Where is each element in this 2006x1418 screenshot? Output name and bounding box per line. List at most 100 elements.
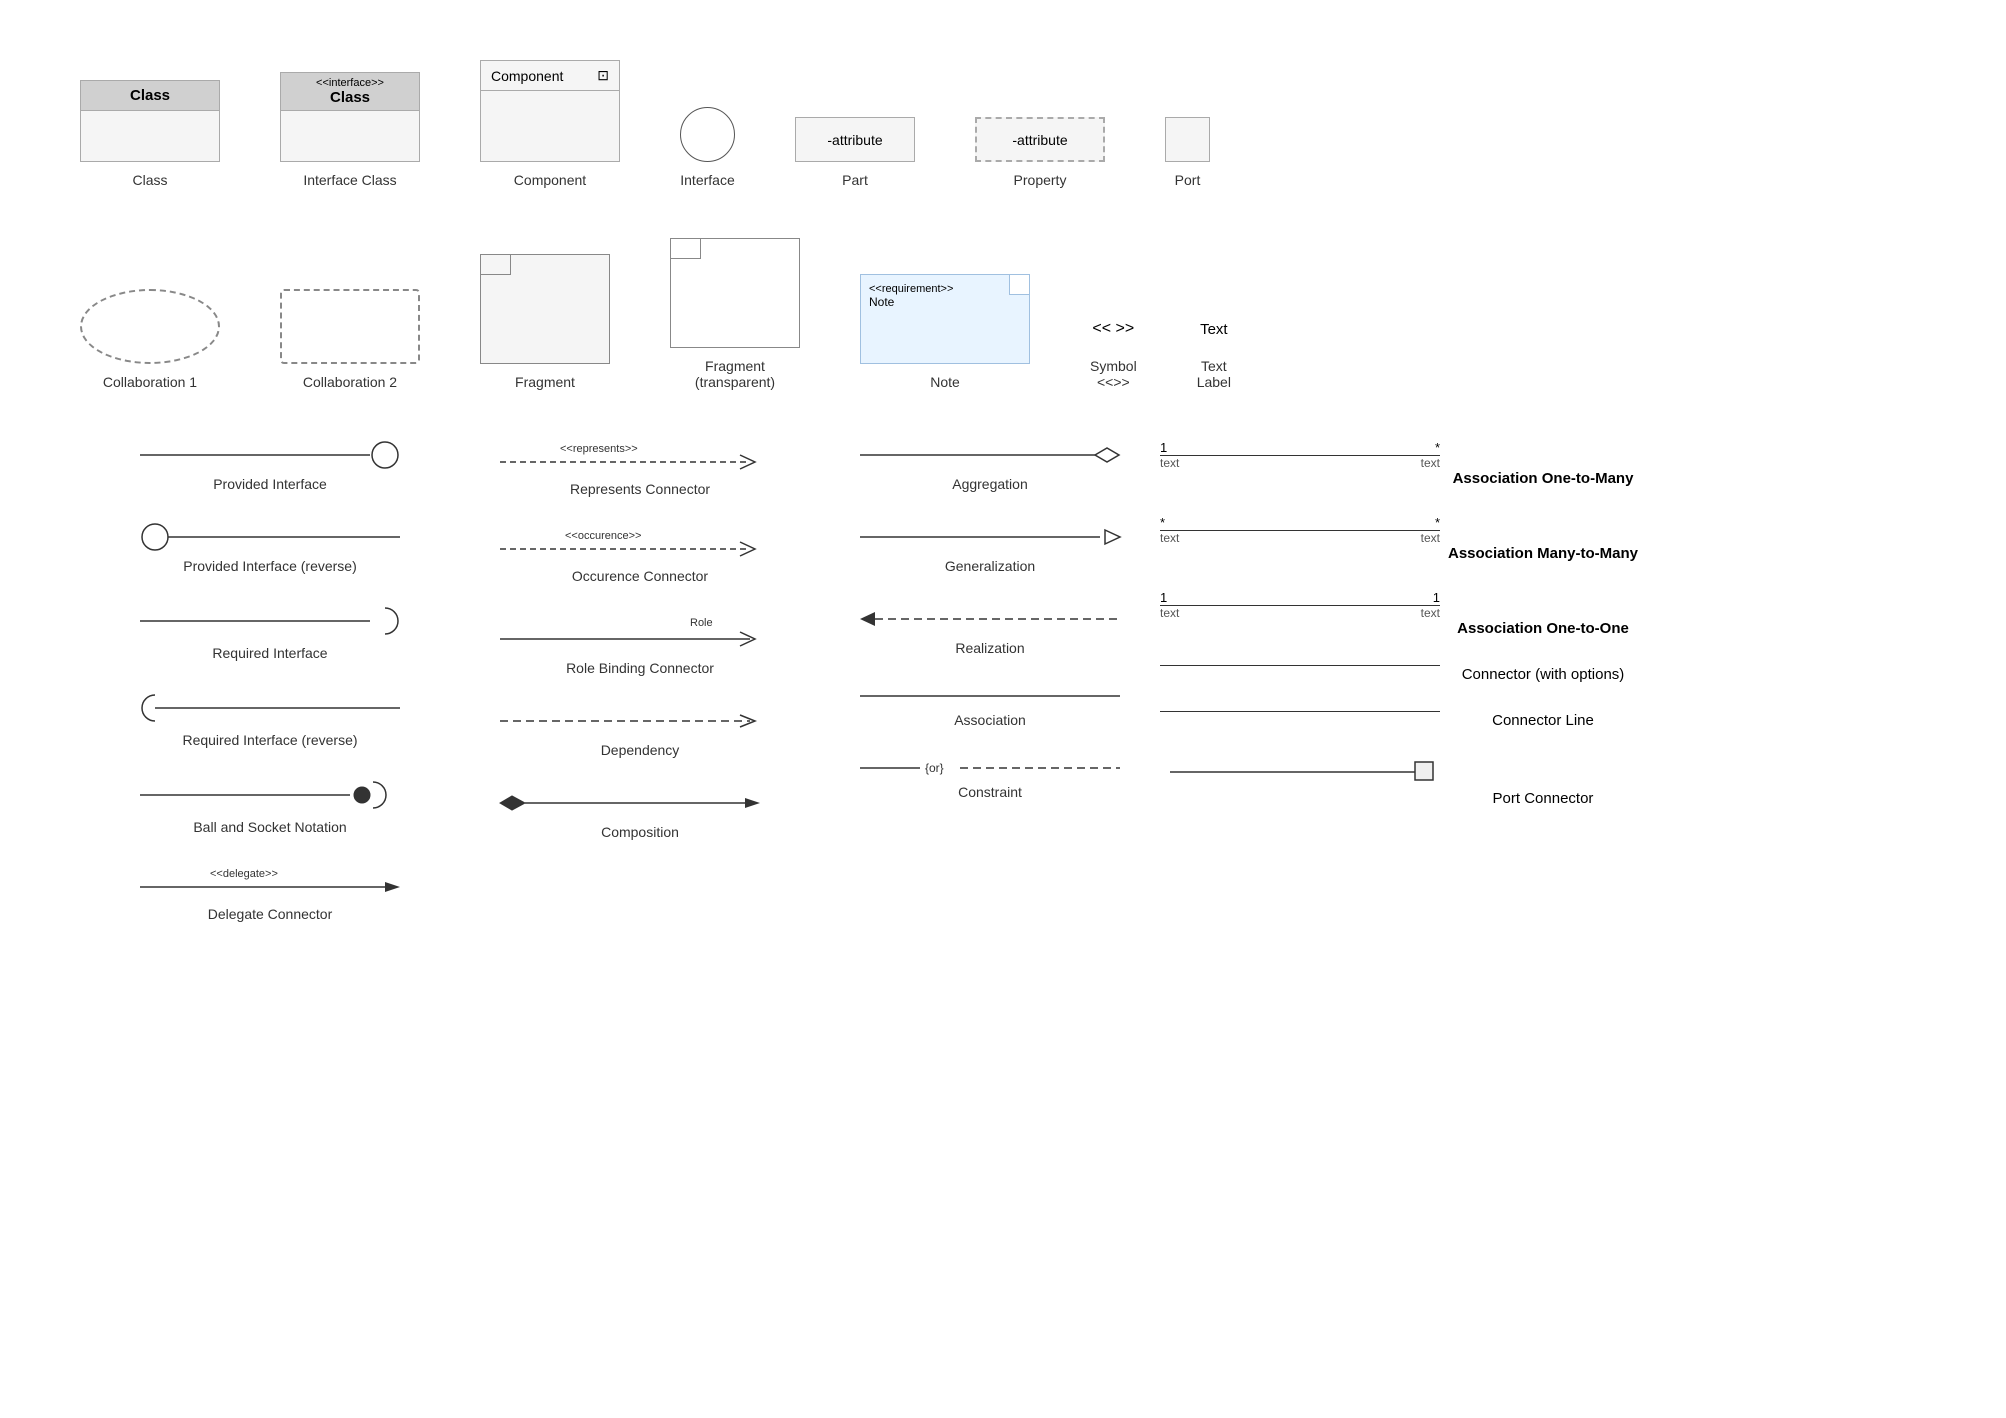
provided-iface-rev-svg <box>130 522 410 552</box>
dependency-label: Dependency <box>601 742 680 758</box>
symbol-interface-class: <<interface>> Class Interface Class <box>280 72 420 188</box>
assoc-one-many-right-mult: * <box>1435 440 1440 455</box>
row3-connectors: Provided Interface Provided Interface (r… <box>80 440 1926 922</box>
aggregation-label: Aggregation <box>952 476 1028 492</box>
col-left: Provided Interface Provided Interface (r… <box>80 440 460 922</box>
iface-class-label: Interface Class <box>303 172 396 188</box>
symbol-property: -attribute Property <box>975 117 1105 188</box>
realization-svg <box>850 604 1130 634</box>
assoc-many-many-right-mult: * <box>1435 515 1440 530</box>
collab2-label: Collaboration 2 <box>303 374 397 390</box>
connector-options-item: Connector (with options) <box>1160 665 1926 683</box>
role-binding-item: Role Role Binding Connector <box>460 614 820 676</box>
provided-iface-item: Provided Interface <box>80 440 460 492</box>
assoc-one-one-item: 1 1 text text Association One-to-One <box>1160 590 1926 637</box>
part-text: -attribute <box>827 132 882 148</box>
ball-socket-svg <box>130 778 410 813</box>
assoc-one-many-mult: 1 * <box>1160 440 1440 455</box>
occurence-item: <<occurence>> Occurence Connector <box>460 527 820 584</box>
assoc-many-many-left-role: text <box>1160 531 1179 545</box>
association-item: Association <box>820 686 1160 728</box>
assoc-one-one-left-mult: 1 <box>1160 590 1167 605</box>
provided-iface-svg <box>130 440 410 470</box>
symbol-note: <<requirement>> Note Note <box>860 274 1030 390</box>
required-iface-rev-svg <box>130 691 410 726</box>
connector-line-item: Connector Line <box>1160 711 1926 729</box>
constraint-label: Constraint <box>958 784 1022 800</box>
assoc-one-one-mult: 1 1 <box>1160 590 1440 605</box>
symbol-class: Class Class <box>80 80 220 188</box>
realization-item: Realization <box>820 604 1160 656</box>
svg-text:<<represents>>: <<represents>> <box>560 443 638 455</box>
note-label: Note <box>930 374 960 390</box>
component-label: Component <box>514 172 586 188</box>
fragment-label: Fragment <box>515 374 575 390</box>
represents-svg: <<represents>> <box>490 440 790 475</box>
assoc-one-one-right-mult: 1 <box>1433 590 1440 605</box>
component-icon: ⊡ <box>597 67 609 84</box>
property-shape: -attribute <box>975 117 1105 162</box>
class-shape: Class <box>80 80 220 162</box>
assoc-one-many-roles: text text <box>1160 456 1440 470</box>
fragment-transparent-shape <box>670 238 800 348</box>
svg-text:<<occurence>>: <<occurence>> <box>565 530 641 542</box>
iface-class-shape: <<interface>> Class <box>280 72 420 162</box>
assoc-one-one-roles: text text <box>1160 606 1440 620</box>
port-connector-item: Port Connector <box>1160 757 1926 807</box>
required-iface-label: Required Interface <box>212 645 327 661</box>
symbol-fragment: Fragment <box>480 254 610 390</box>
collab1-label: Collaboration 1 <box>103 374 197 390</box>
port-connector-label: Port Connector <box>1160 790 1926 807</box>
dependency-svg <box>490 706 790 736</box>
assoc-one-many-left-mult: 1 <box>1160 440 1167 455</box>
iface-class-header: <<interface>> Class <box>281 73 419 111</box>
realization-label: Realization <box>955 640 1024 656</box>
generalization-label: Generalization <box>945 558 1035 574</box>
assoc-many-many-label: Association Many-to-Many <box>1160 545 1926 562</box>
svg-text:Role: Role <box>690 617 713 629</box>
iface-class-body <box>281 111 419 161</box>
collab2-shape <box>280 289 420 364</box>
note-stereotype: <<requirement>> <box>869 283 1021 295</box>
component-header: Component ⊡ <box>481 61 619 91</box>
required-iface-rev-item: Required Interface (reverse) <box>80 691 460 748</box>
fragment-transparent-corner <box>671 239 701 259</box>
assoc-one-many-left-role: text <box>1160 456 1179 470</box>
delegate-label: Delegate Connector <box>208 906 333 922</box>
provided-iface-rev-item: Provided Interface (reverse) <box>80 522 460 574</box>
occurence-label: Occurence Connector <box>572 568 708 584</box>
note-corner <box>1009 275 1029 295</box>
port-connector-svg <box>1160 757 1440 787</box>
assoc-one-one-left-role: text <box>1160 606 1179 620</box>
col-mid1: <<represents>> Represents Connector <<oc… <box>460 440 820 840</box>
required-iface-rev-label: Required Interface (reverse) <box>182 732 357 748</box>
svg-text:<<delegate>>: <<delegate>> <box>210 868 278 880</box>
iface-class-name: Class <box>291 89 409 106</box>
textlabel-text: Text <box>1200 321 1228 338</box>
fragment-transparent-label: Fragment (transparent) <box>695 358 775 390</box>
main-container: Class Class <<interface>> Class Interfac… <box>0 0 2006 982</box>
role-binding-label: Role Binding Connector <box>566 660 714 676</box>
connector-options-label: Connector (with options) <box>1160 666 1926 683</box>
assoc-many-many-item: * * text text Association Many-to-Many <box>1160 515 1926 562</box>
association-label: Association <box>954 712 1026 728</box>
fragment-shape <box>480 254 610 364</box>
aggregation-item: Aggregation <box>820 440 1160 492</box>
aggregation-svg <box>850 440 1130 470</box>
assoc-one-one-right-role: text <box>1421 606 1440 620</box>
provided-iface-label: Provided Interface <box>213 476 327 492</box>
symbol-fragment-transparent: Fragment (transparent) <box>670 238 800 390</box>
port-label: Port <box>1175 172 1201 188</box>
part-label: Part <box>842 172 868 188</box>
svg-text:{or}: {or} <box>925 761 944 775</box>
required-iface-svg <box>130 604 410 639</box>
component-body <box>481 91 619 161</box>
composition-item: Composition <box>460 788 820 840</box>
textlabel-label: TextLabel <box>1197 358 1231 390</box>
chevron-label: Symbol<<>> <box>1090 358 1137 390</box>
occurence-svg: <<occurence>> <box>490 527 790 562</box>
required-iface-item: Required Interface <box>80 604 460 661</box>
assoc-many-many-right-role: text <box>1421 531 1440 545</box>
col-right: 1 * text text Association One-to-Many * … <box>1160 440 1926 807</box>
assoc-one-many-label: Association One-to-Many <box>1160 470 1926 487</box>
